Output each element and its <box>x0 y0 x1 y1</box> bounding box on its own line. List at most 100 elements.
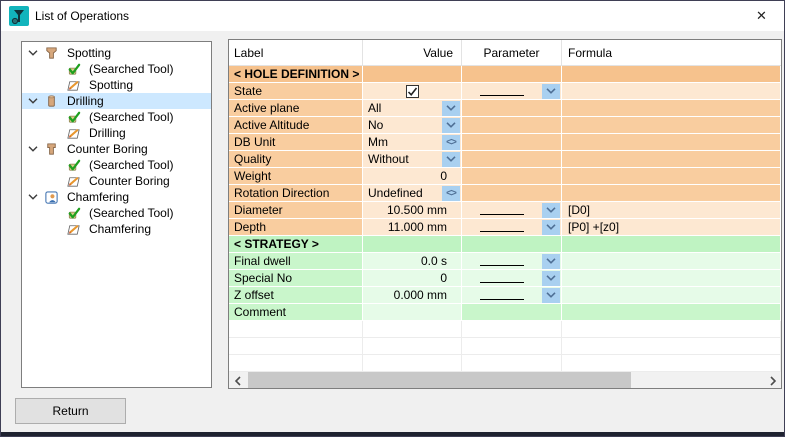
tree-item-drilling[interactable]: Drilling <box>22 93 211 109</box>
parameter-underline-field[interactable] <box>480 273 524 283</box>
dropdown-button[interactable] <box>542 84 560 99</box>
chevron-down-icon[interactable] <box>28 146 44 152</box>
value-text[interactable]: 0 <box>435 169 461 183</box>
label-cell: Depth <box>229 219 363 236</box>
empty-cell <box>229 321 363 338</box>
parameter-underline-field[interactable] <box>480 290 524 300</box>
spinner-button[interactable]: <> <box>442 186 460 201</box>
value-cell[interactable]: 11.000 mm <box>363 219 462 236</box>
value-text[interactable]: All <box>363 101 381 115</box>
table-row-comment: Comment <box>229 304 781 321</box>
formula-cell[interactable] <box>562 270 781 287</box>
label-cell: Active plane <box>229 100 363 117</box>
parameter-cell[interactable] <box>462 270 562 287</box>
close-button[interactable]: ✕ <box>739 1 784 31</box>
value-text[interactable]: 0.000 mm <box>389 288 461 302</box>
label-cell: Quality <box>229 151 363 168</box>
scrollbar-thumb[interactable] <box>248 372 631 389</box>
chevron-down-icon[interactable] <box>28 194 44 200</box>
tree-item-chamfering-searched-tool[interactable]: (Searched Tool) <box>22 205 211 221</box>
parameter-underline-field[interactable] <box>480 222 524 232</box>
parameter-cell[interactable] <box>462 202 562 219</box>
formula-cell[interactable] <box>562 287 781 304</box>
row-label: Diameter <box>229 203 283 217</box>
tree-item-counter-boring-searched-tool[interactable]: (Searched Tool) <box>22 157 211 173</box>
row-label: Weight <box>229 169 271 183</box>
tree-item-chamfering-chamfering[interactable]: Chamfering <box>22 221 211 237</box>
row-label: Z offset <box>229 288 274 302</box>
dropdown-button[interactable] <box>542 220 560 235</box>
table-row-active-plane: Active planeAll <box>229 100 781 117</box>
value-text[interactable]: Mm <box>363 135 388 149</box>
value-cell[interactable]: 0.000 mm <box>363 287 462 304</box>
scroll-right-icon[interactable] <box>764 372 781 389</box>
table-row-diameter: Diameter 10.500 mm [D0] <box>229 202 781 219</box>
value-cell[interactable] <box>363 83 462 100</box>
dropdown-button[interactable] <box>442 118 460 133</box>
chevron-down-icon[interactable] <box>28 98 44 104</box>
value-cell[interactable]: Without <box>363 151 462 168</box>
spinner-button[interactable]: <> <box>442 135 460 150</box>
row-label: Comment <box>229 305 286 319</box>
value-text[interactable]: Undefined <box>363 186 423 200</box>
formula-cell <box>562 168 781 185</box>
horizontal-scrollbar[interactable] <box>229 372 781 389</box>
tree-item-spotting[interactable]: Spotting <box>22 45 211 61</box>
value-cell[interactable]: 0 <box>363 168 462 185</box>
parameter-cell[interactable] <box>462 219 562 236</box>
value-text[interactable]: 0 <box>435 271 461 285</box>
dropdown-button[interactable] <box>542 254 560 269</box>
searched-tool-icon <box>66 157 84 173</box>
dropdown-button[interactable] <box>442 152 460 167</box>
value-cell <box>363 236 462 253</box>
tree-item-counter-boring-counter-boring[interactable]: Counter Boring <box>22 173 211 189</box>
scrollbar-track[interactable] <box>246 372 764 389</box>
value-cell[interactable]: 0 <box>363 270 462 287</box>
tree-item-chamfering[interactable]: Chamfering <box>22 189 211 205</box>
dropdown-button[interactable] <box>542 203 560 218</box>
parameter-underline-field[interactable] <box>480 256 524 266</box>
value-cell[interactable]: No <box>363 117 462 134</box>
parameter-underline-field[interactable] <box>480 205 524 215</box>
tree-item-spotting-searched-tool[interactable]: (Searched Tool) <box>22 61 211 77</box>
state-checkbox[interactable] <box>406 85 419 98</box>
tree-item-label: (Searched Tool) <box>86 206 177 220</box>
tree-item-drilling-drilling[interactable]: Drilling <box>22 125 211 141</box>
parameter-underline-field[interactable] <box>480 86 524 96</box>
value-cell[interactable] <box>363 304 462 321</box>
tree-item-drilling-searched-tool[interactable]: (Searched Tool) <box>22 109 211 125</box>
formula-cell[interactable]: [P0] +[z0] <box>562 219 781 236</box>
row-label: Quality <box>229 152 271 166</box>
value-text[interactable]: Without <box>363 152 409 166</box>
tree-item-label: Chamfering <box>64 190 132 204</box>
tree-item-spotting-spotting[interactable]: Spotting <box>22 77 211 93</box>
label-cell: < STRATEGY > <box>229 236 363 253</box>
chevron-down-icon[interactable] <box>28 50 44 56</box>
return-button[interactable]: Return <box>15 398 126 424</box>
formula-cell[interactable] <box>562 253 781 270</box>
value-text[interactable]: 10.500 mm <box>382 203 461 217</box>
dropdown-button[interactable] <box>442 101 460 116</box>
scroll-left-icon[interactable] <box>229 372 246 389</box>
value-text[interactable]: 11.000 mm <box>383 220 461 234</box>
value-text[interactable]: No <box>363 118 383 132</box>
value-cell[interactable]: Undefined <> <box>363 185 462 202</box>
value-cell[interactable]: 0.0 s <box>363 253 462 270</box>
value-cell[interactable]: All <box>363 100 462 117</box>
formula-cell[interactable] <box>562 83 781 100</box>
value-cell[interactable]: 10.500 mm <box>363 202 462 219</box>
dropdown-button[interactable] <box>542 288 560 303</box>
tree-item-label: Spotting <box>64 46 114 60</box>
tree-item-label: Drilling <box>64 94 107 108</box>
value-cell[interactable]: Mm <> <box>363 134 462 151</box>
value-text[interactable]: 0.0 s <box>416 254 461 268</box>
parameter-cell[interactable] <box>462 287 562 304</box>
label-cell: < HOLE DEFINITION > <box>229 66 363 83</box>
formula-cell[interactable]: [D0] <box>562 202 781 219</box>
parameter-cell[interactable] <box>462 83 562 100</box>
parameter-field-wrap <box>462 290 542 300</box>
section-row-strategy: < STRATEGY > <box>229 236 781 253</box>
parameter-cell[interactable] <box>462 253 562 270</box>
dropdown-button[interactable] <box>542 271 560 286</box>
tree-item-counter-boring[interactable]: Counter Boring <box>22 141 211 157</box>
